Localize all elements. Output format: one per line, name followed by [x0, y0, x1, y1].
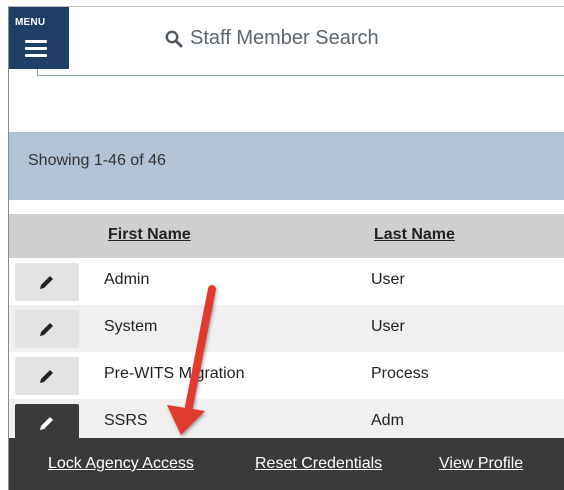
last-name-cell: Process — [371, 365, 429, 382]
view-profile-link[interactable]: View Profile — [439, 455, 523, 473]
search-icon — [165, 30, 183, 47]
staff-search[interactable]: Staff Member Search — [38, 7, 564, 76]
lock-agency-access-link[interactable]: Lock Agency Access — [48, 455, 194, 473]
last-name-cell: Adm — [371, 412, 404, 429]
table-header: First Name Last Name — [9, 214, 564, 258]
table-row[interactable]: System User — [9, 305, 564, 352]
column-first-name[interactable]: First Name — [108, 226, 191, 244]
row-actions-bar: Lock Agency Access Reset Credentials Vie… — [9, 438, 564, 490]
menu-icon — [25, 40, 47, 57]
column-last-name[interactable]: Last Name — [374, 226, 455, 244]
search-border — [37, 69, 38, 76]
last-name-cell: User — [371, 318, 405, 335]
edit-button[interactable] — [15, 263, 79, 301]
app-frame: MENU Staff Member Search Showing 1-46 of… — [8, 6, 564, 490]
table-row[interactable]: Admin User — [9, 258, 564, 305]
results-summary-bar: Showing 1-46 of 46 — [9, 132, 564, 200]
pencil-icon — [40, 370, 53, 383]
last-name-cell: User — [371, 271, 405, 288]
pencil-icon — [40, 323, 53, 336]
pencil-icon — [40, 276, 53, 289]
first-name-cell: SSRS — [104, 412, 148, 429]
table-row[interactable]: Pre-WITS Migration Process — [9, 352, 564, 399]
first-name-cell: Pre-WITS Migration — [104, 365, 245, 382]
staff-table: First Name Last Name Admin User System U… — [9, 214, 564, 448]
menu-button[interactable]: MENU — [9, 7, 69, 69]
pencil-icon — [40, 417, 53, 430]
search-underline — [38, 75, 564, 76]
first-name-cell: Admin — [104, 271, 150, 288]
edit-button[interactable] — [15, 357, 79, 395]
search-input[interactable]: Staff Member Search — [190, 27, 379, 50]
first-name-cell: System — [104, 318, 158, 335]
results-summary: Showing 1-46 of 46 — [28, 152, 166, 169]
edit-button[interactable] — [15, 310, 79, 348]
menu-label: MENU — [15, 17, 46, 28]
reset-credentials-link[interactable]: Reset Credentials — [255, 455, 382, 473]
